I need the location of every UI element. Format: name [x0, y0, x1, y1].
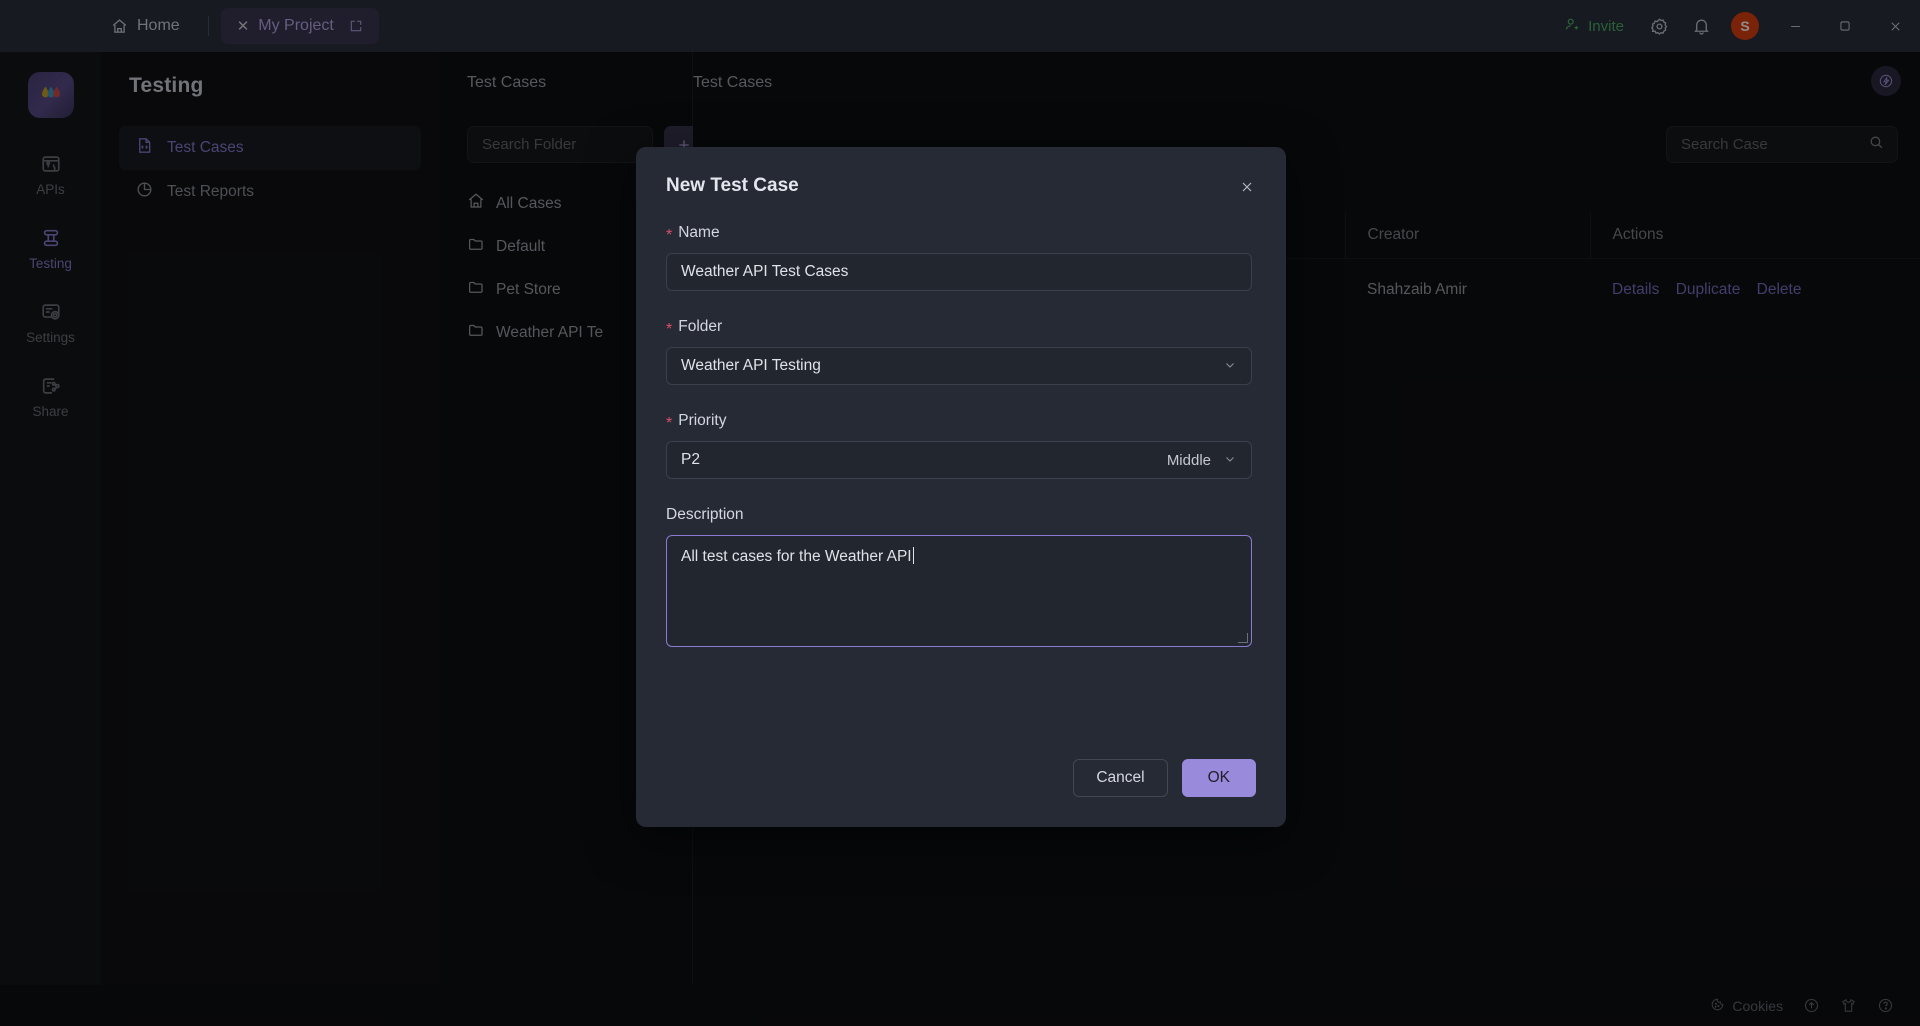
- chevron-down-icon: [1223, 452, 1237, 469]
- resize-grip[interactable]: [1238, 633, 1248, 643]
- dialog-title: New Test Case: [666, 175, 1256, 197]
- cancel-button[interactable]: Cancel: [1073, 759, 1167, 797]
- field-priority: * Priority P2 Middle: [666, 412, 1256, 479]
- priority-level-label: Middle: [1167, 452, 1211, 469]
- field-folder-label: Folder: [678, 318, 722, 336]
- priority-select[interactable]: P2 Middle: [666, 441, 1252, 479]
- field-folder-label-row: * Folder: [666, 318, 1256, 336]
- folder-select-value: Weather API Testing: [681, 357, 821, 375]
- required-marker: *: [666, 322, 672, 338]
- field-name-label-row: * Name: [666, 224, 1256, 242]
- priority-select-right: Middle: [1167, 452, 1237, 469]
- field-name-label: Name: [678, 224, 719, 242]
- new-test-case-dialog: New Test Case * Name Weather API Test Ca…: [636, 147, 1286, 827]
- field-folder: * Folder Weather API Testing: [666, 318, 1256, 385]
- name-input[interactable]: Weather API Test Cases: [666, 253, 1252, 291]
- chevron-down-icon: [1223, 358, 1237, 375]
- dialog-footer: Cancel OK: [1073, 759, 1256, 797]
- field-name: * Name Weather API Test Cases: [666, 224, 1256, 291]
- field-description: Description All test cases for the Weath…: [666, 506, 1256, 647]
- text-caret: [913, 547, 914, 564]
- app-window: Home ✕ My Project Invite: [0, 0, 1920, 1026]
- field-priority-label-row: * Priority: [666, 412, 1256, 430]
- ok-button[interactable]: OK: [1182, 759, 1256, 797]
- required-marker: *: [666, 416, 672, 432]
- field-description-label-row: Description: [666, 506, 1256, 524]
- field-priority-label: Priority: [678, 412, 726, 430]
- priority-select-value: P2: [681, 451, 700, 469]
- description-textarea-value: All test cases for the Weather API: [681, 548, 912, 565]
- field-description-label: Description: [666, 506, 744, 524]
- required-marker: *: [666, 228, 672, 244]
- close-icon[interactable]: [1234, 174, 1260, 200]
- description-textarea[interactable]: All test cases for the Weather API: [666, 535, 1252, 647]
- folder-select[interactable]: Weather API Testing: [666, 347, 1252, 385]
- name-input-value: Weather API Test Cases: [681, 263, 848, 281]
